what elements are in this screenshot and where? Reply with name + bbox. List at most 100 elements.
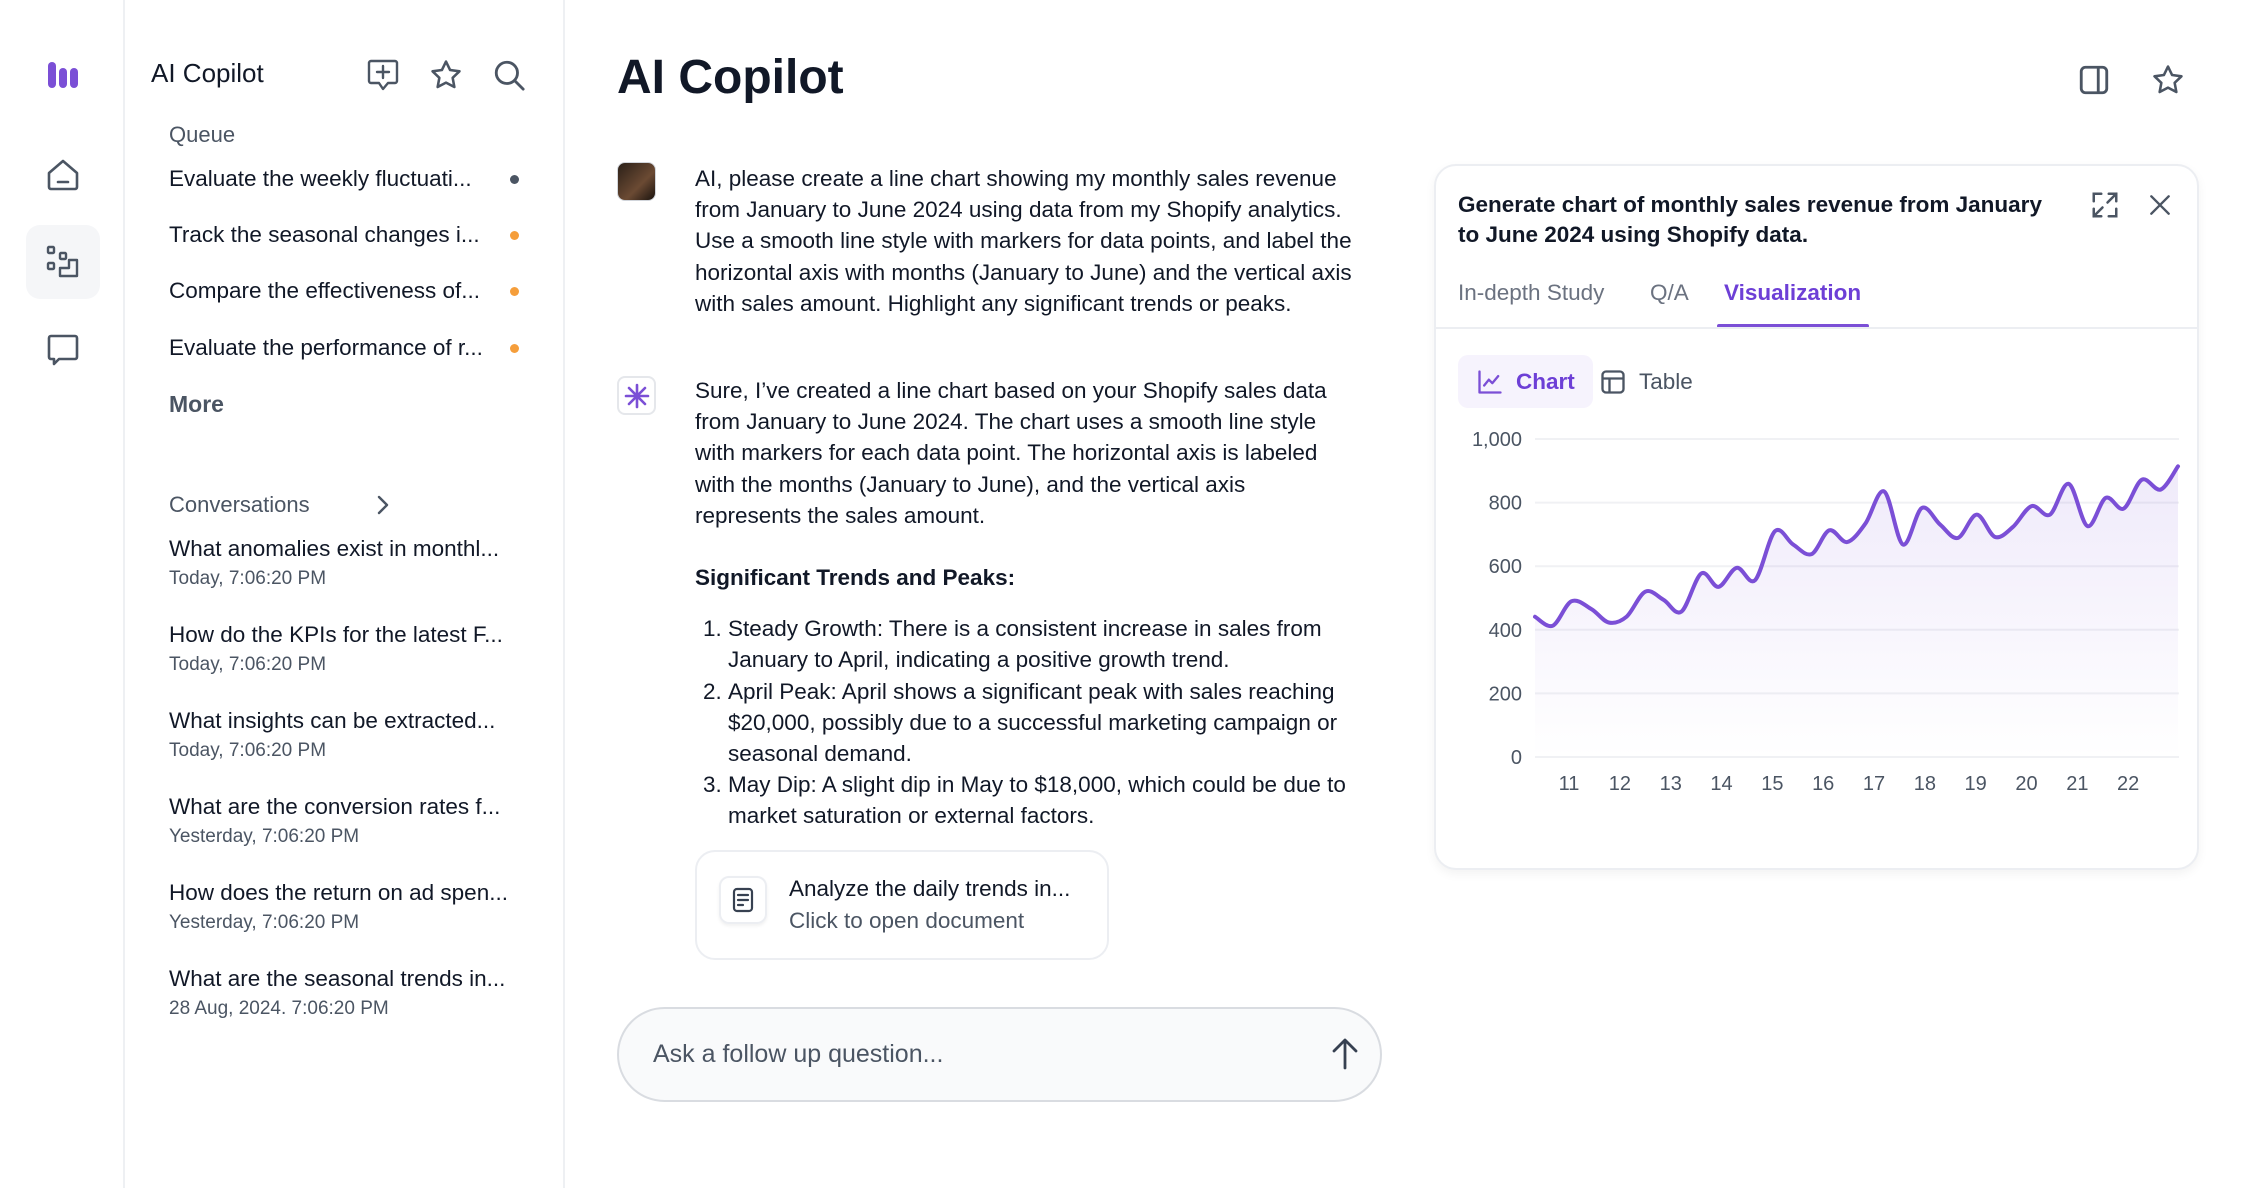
conversation-item[interactable]: How do the KPIs for the latest F... Today… — [169, 622, 549, 676]
data-point — [1643, 590, 1647, 594]
document-icon-box — [719, 876, 767, 924]
sidebar-title: AI Copilot — [151, 58, 264, 88]
x-tick-label: 16 — [1812, 773, 1834, 795]
y-tick-label: 200 — [1489, 683, 1522, 705]
trends-list: Steady Growth: There is a consistent inc… — [695, 613, 1355, 831]
logo-bars-icon — [48, 62, 78, 88]
chart-view-button[interactable]: Chart — [1458, 355, 1593, 408]
rail-workflow-button[interactable] — [26, 225, 100, 299]
x-tick-label: 11 — [1559, 773, 1580, 795]
conversation-item[interactable]: What insights can be extracted... Today, … — [169, 708, 549, 762]
conversation-date: Today, 7:06:20 PM — [169, 654, 327, 675]
x-tick-label: 14 — [1710, 773, 1732, 795]
chat-icon — [47, 334, 79, 366]
x-tick-label: 22 — [2117, 773, 2139, 795]
panel-title: Generate chart of monthly sales revenue … — [1458, 192, 2042, 247]
data-point — [2159, 488, 2163, 492]
data-point — [1533, 615, 1537, 619]
user-avatar — [617, 162, 656, 201]
queue-item[interactable]: Track the seasonal changes i... — [169, 222, 529, 248]
new-chat-button[interactable] — [366, 58, 400, 92]
data-point — [1882, 489, 1886, 493]
toggle-panel-button[interactable] — [2077, 63, 2111, 102]
tab-qa[interactable]: Q/A — [1650, 280, 1689, 306]
assistant-avatar — [617, 376, 656, 415]
table-view-button[interactable]: Table — [1581, 355, 1711, 408]
trend-item: May Dip: A slight dip in May to $18,000,… — [728, 769, 1355, 831]
y-tick-label: 0 — [1511, 747, 1522, 769]
line-chart: 0 200 400 600 800 1,000 11 12 13 14 15 16 17 18 19 20 21… — [1472, 429, 2180, 795]
home-icon — [47, 159, 79, 191]
data-point — [1662, 598, 1666, 602]
data-point — [1570, 599, 1574, 603]
data-point — [1863, 522, 1867, 526]
y-tick-label: 1,000 — [1472, 429, 1522, 451]
data-point — [1845, 540, 1849, 544]
table-view-label: Table — [1639, 368, 1693, 394]
visualization-panel: Generate chart of monthly sales revenue … — [1434, 164, 2199, 870]
close-button[interactable] — [2147, 192, 2173, 223]
data-point — [1607, 620, 1611, 624]
expand-button[interactable] — [2090, 190, 2120, 225]
status-dot — [510, 175, 519, 184]
status-dot — [510, 287, 519, 296]
sidebar: AI Copilot Queue Evaluate the weekly flu… — [125, 0, 565, 1188]
conversation-item[interactable]: What anomalies exist in monthl... Today, … — [169, 536, 549, 590]
search-button[interactable] — [492, 58, 526, 92]
data-point — [2030, 504, 2034, 508]
y-tick-label: 400 — [1489, 620, 1522, 642]
tab-visualization[interactable]: Visualization — [1724, 280, 1861, 306]
rail-chat-button[interactable] — [26, 313, 100, 387]
queue-item[interactable]: Evaluate the performance of r... — [169, 335, 529, 361]
expand-icon — [2092, 192, 2118, 218]
queue-item[interactable]: Evaluate the weekly fluctuati... — [169, 166, 529, 192]
favorites-button[interactable] — [429, 58, 463, 92]
data-point — [2067, 482, 2071, 486]
queue-item[interactable]: Compare the effectiveness of... — [169, 278, 529, 304]
data-point — [1753, 578, 1757, 582]
conversation-title: How do the KPIs for the latest F... — [169, 622, 503, 647]
logo[interactable] — [26, 38, 100, 112]
favorite-button[interactable] — [2151, 63, 2185, 102]
document-icon — [732, 887, 754, 913]
more-link[interactable]: More — [169, 391, 224, 418]
conversation-item[interactable]: How does the return on ad spen... Yesterd… — [169, 880, 549, 934]
chevron-right-icon[interactable] — [373, 493, 393, 517]
x-tick-label: 19 — [1965, 773, 1987, 795]
close-icon — [2150, 195, 2170, 215]
follow-up-input[interactable] — [653, 1009, 1293, 1100]
tab-in-depth-study[interactable]: In-depth Study — [1458, 280, 1604, 306]
x-tick-label: 12 — [1609, 773, 1631, 795]
document-subtitle: Click to open document — [789, 908, 1025, 933]
x-tick-label: 13 — [1660, 773, 1682, 795]
star-icon — [431, 60, 461, 89]
conversations-label[interactable]: Conversations — [169, 492, 310, 518]
conversation-date: Yesterday, 7:06:20 PM — [169, 826, 360, 847]
conversation-item[interactable]: What are the conversion rates f... Yester… — [169, 794, 549, 848]
x-tick-label: 18 — [1914, 773, 1936, 795]
data-point — [2104, 496, 2108, 500]
data-point — [2122, 507, 2126, 511]
send-button[interactable] — [1329, 1037, 1361, 1076]
data-point — [1624, 615, 1628, 619]
x-tick-label: 17 — [1863, 773, 1885, 795]
data-point — [2011, 525, 2015, 529]
conversation-title: What anomalies exist in monthl... — [169, 536, 500, 561]
rail-home-button[interactable] — [26, 138, 100, 212]
conversation-date: 28 Aug, 2024. 7:06:20 PM — [169, 998, 389, 1019]
table-icon — [1601, 369, 1625, 394]
y-tick-label: 800 — [1489, 493, 1522, 515]
queue-label: Queue — [169, 122, 236, 147]
data-point — [1551, 624, 1555, 628]
conversation-item[interactable]: What are the seasonal trends in... 28 Aug… — [169, 966, 549, 1020]
conversation-date: Today, 7:06:20 PM — [169, 740, 327, 761]
workflow-icon — [46, 245, 79, 278]
data-point — [1956, 536, 1960, 540]
new-chat-icon — [367, 59, 399, 91]
data-point — [1827, 528, 1831, 532]
trend-item: Steady Growth: There is a consistent inc… — [728, 613, 1355, 675]
data-point — [2140, 478, 2144, 482]
document-card[interactable]: Analyze the daily trends in... Click to … — [695, 850, 1109, 960]
data-point — [2048, 513, 2052, 517]
page-title: AI Copilot — [617, 51, 844, 104]
